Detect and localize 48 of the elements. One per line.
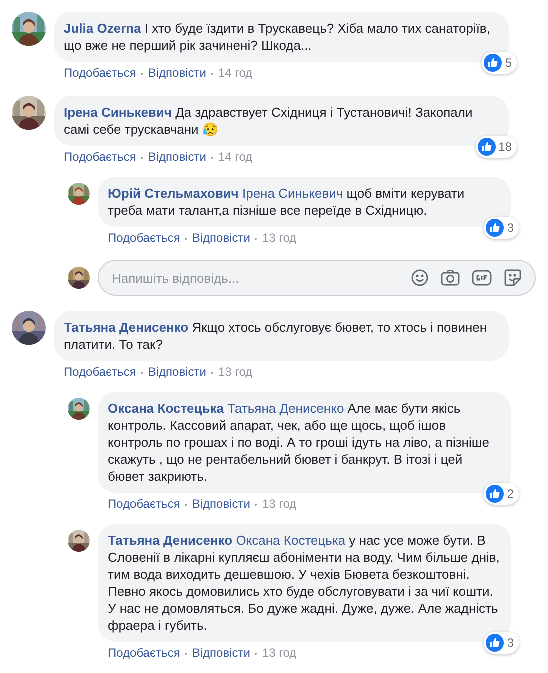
comment-text: Julia Ozerna І хто буде їздити в Трускавець? Хіба мало тих санаторіїв, що вже не перший рік зачинені? Шкода... [64, 20, 492, 54]
author-link[interactable]: Julia Ozerna [64, 21, 142, 36]
timestamp: 13 год [218, 365, 253, 380]
thumbs-up-icon [486, 634, 504, 652]
author-link[interactable]: Ірена Синькевич [64, 105, 172, 120]
author-link[interactable]: Татьяна Денисенко [64, 320, 189, 335]
reaction-badge[interactable]: 3 [484, 217, 519, 239]
mention-link[interactable]: Татьяна Денисенко [228, 401, 344, 416]
comment-text: Ірена Синькевич Да здравствует Східниця і Тустановичі! Закопали самі себе трускавчани 😥 [64, 104, 474, 138]
comment-text: Татьяна Денисенко Якщо хтось обслуговує бювет, то хтось і повинен платити. То так? [64, 319, 488, 353]
reply-link[interactable]: Відповісти [192, 231, 250, 246]
timestamp: 14 год [218, 150, 253, 165]
thumbs-up-icon [486, 219, 504, 237]
reply-link[interactable]: Відповісти [148, 66, 206, 81]
like-link[interactable]: Подобається [64, 66, 136, 81]
like-link[interactable]: Подобається [64, 150, 136, 165]
comment-text: Татьяна Денисенко Оксана Костецька у нас усе може бути. В Словенії в лікарні купляєш абоніменти на воду. Чим більше днів, тим вода виходить дешевшою. У чехів Бювета безкоштовні. Певно якось домовились хто буде обслуговувати і за чиї кошти. У нас не домовляться. Бо дуже жадні. Дуже, дуже. Але жадність фраера і губить. [108, 532, 501, 634]
author-link[interactable]: Татьяна Денисенко [108, 533, 233, 548]
like-link[interactable]: Подобається [64, 365, 136, 380]
thumbs-up-icon [478, 138, 496, 156]
mention-link[interactable]: Оксана Костецька [236, 533, 346, 548]
timestamp: 13 год [262, 497, 297, 512]
reply-link[interactable]: Відповісти [148, 365, 206, 380]
thumbs-up-icon [484, 54, 502, 72]
camera-icon[interactable] [441, 269, 460, 287]
author-link[interactable]: Юрій Стельмахович [108, 186, 239, 201]
reply-link[interactable]: Відповісти [148, 150, 206, 165]
comment-text: Юрій Стельмахович Ірена Синькевич щоб вміти керувати треба мати талант,а пізніше все переїде в Східницю. [108, 185, 466, 219]
sticker-icon[interactable] [504, 269, 522, 287]
mention-link[interactable]: Ірена Синькевич [242, 186, 344, 201]
comment-text: Оксана Костецька Татьяна Денисенко Але має бути якісь контроль. Кассовий апарат, чек, або ще щось, щоб ішов контроль по грошах і по воді. А то гроші ідуть на ліво, а пізніше скажуть , що не рентабельний бювет і банкрут. В ітозі і цей бювет закриють. [108, 400, 491, 485]
gif-icon[interactable] [472, 269, 492, 287]
like-link[interactable]: Подобається [108, 231, 180, 246]
reply-link[interactable]: Відповісти [192, 646, 250, 661]
like-link[interactable]: Подобається [108, 497, 180, 512]
timestamp: 14 год [218, 66, 253, 81]
reaction-badge[interactable]: 3 [484, 632, 519, 654]
author-link[interactable]: Оксана Костецька [108, 401, 224, 416]
like-link[interactable]: Подобається [108, 646, 180, 661]
reply-link[interactable]: Відповісти [192, 497, 250, 512]
smiley-icon[interactable] [411, 269, 429, 287]
reaction-badge[interactable]: 18 [476, 136, 517, 158]
reaction-badge[interactable]: 5 [482, 52, 517, 74]
reaction-badge[interactable]: 2 [484, 483, 519, 505]
reply-input[interactable]: Напишіть відповідь... [98, 260, 536, 296]
thumbs-up-icon [486, 485, 504, 503]
timestamp: 13 год [262, 231, 297, 246]
timestamp: 13 год [262, 646, 297, 661]
